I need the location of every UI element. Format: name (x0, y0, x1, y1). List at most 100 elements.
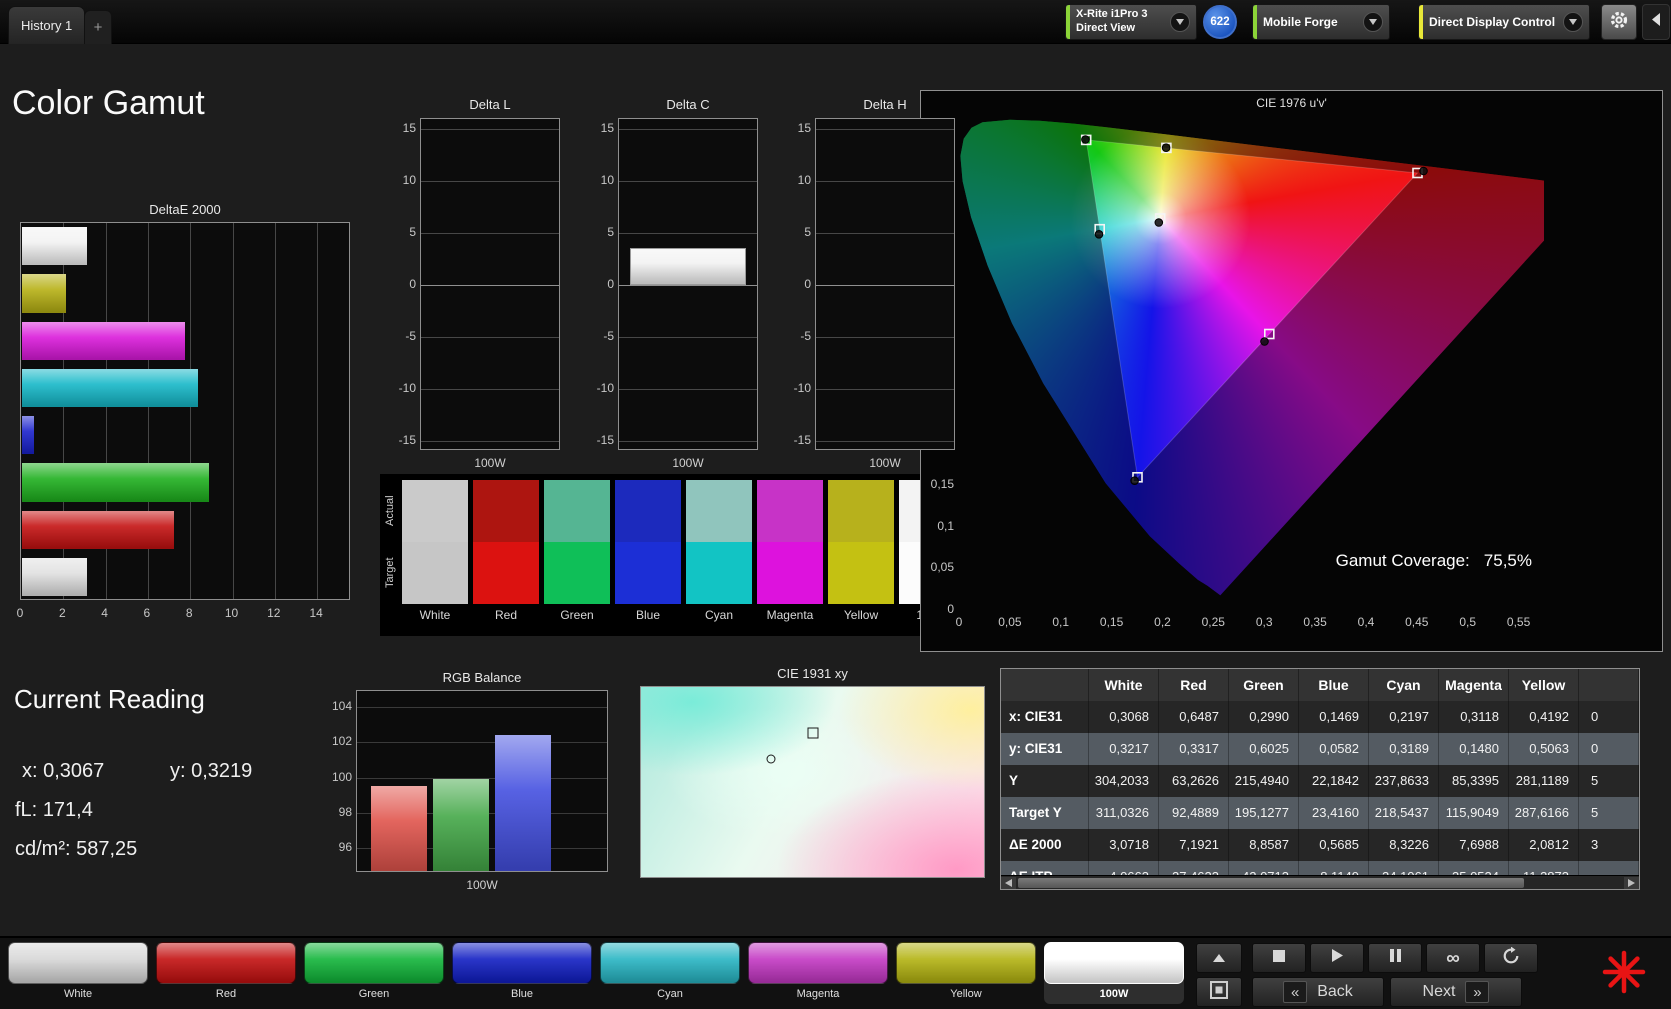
deltae-bar-white (22, 557, 87, 597)
pause-button[interactable] (1368, 943, 1422, 973)
history-tab-label: History 1 (21, 18, 73, 33)
history-tab[interactable]: History 1 (8, 6, 86, 44)
refresh-button[interactable] (1484, 943, 1538, 973)
pattern-source-label: Mobile Forge (1263, 15, 1338, 29)
pattern-button-yellow[interactable]: Yellow (896, 942, 1036, 1004)
pattern-button-red[interactable]: Red (156, 942, 296, 1004)
table-row-label: y: CIE31 (1001, 733, 1089, 765)
axis-tick-label: -15 (793, 432, 811, 447)
scroll-right-arrow-icon[interactable] (1624, 877, 1639, 889)
table-header-cell: Green (1229, 669, 1299, 701)
grid-line (619, 388, 757, 390)
pattern-button-100w[interactable]: 100W (1044, 942, 1184, 1004)
chevron-down-icon[interactable] (1563, 12, 1583, 32)
pattern-button-cyan[interactable]: Cyan (600, 942, 740, 1004)
pattern-patch-label: Cyan (657, 988, 683, 1000)
scroll-up-button[interactable] (1196, 943, 1242, 973)
collapse-panel-button[interactable] (1642, 4, 1670, 40)
display-control-accent (1419, 5, 1423, 39)
axis-tick-label: -15 (596, 432, 614, 447)
table-cell-partial: 5 (1579, 765, 1639, 797)
continuous-loop-button[interactable]: ∞ (1426, 943, 1480, 973)
grid-line (274, 223, 276, 599)
table-scrollbar[interactable] (1001, 875, 1639, 889)
meter-count-badge[interactable]: 622 (1203, 5, 1237, 39)
pattern-accent (1253, 5, 1257, 39)
table-cell: 0,3189 (1369, 733, 1439, 765)
current-reading-fl: fL: 171,4 (15, 799, 93, 821)
top-bar: History 1 + X-Rite i1Pro 3 Direct View 6… (0, 0, 1671, 44)
abort-button[interactable] (1602, 950, 1646, 999)
single-measure-button[interactable] (1196, 977, 1242, 1007)
actual-swatch (615, 480, 681, 542)
table-cell: 287,6166 (1509, 797, 1579, 829)
grid-line (816, 440, 954, 442)
table-cell: 8,1149 (1299, 861, 1369, 875)
pattern-button-blue[interactable]: Blue (452, 942, 592, 1004)
pattern-button-white[interactable]: White (8, 942, 148, 1004)
grid-line (317, 223, 319, 599)
pattern-patch-label: Magenta (796, 988, 840, 1000)
next-button[interactable]: Next » (1390, 977, 1522, 1007)
deltae-bar-green (22, 463, 210, 502)
settings-button[interactable] (1601, 4, 1637, 40)
cie1931-title: CIE 1931 xy (777, 666, 848, 681)
axis-tick-label: 0 (804, 277, 811, 291)
grid-line (619, 233, 757, 235)
table-header-cell: Magenta (1439, 669, 1509, 701)
deltae-bar-cyan (22, 368, 198, 408)
pause-icon (1389, 949, 1401, 967)
scroll-left-arrow-icon[interactable] (1001, 877, 1016, 889)
stop-button[interactable] (1252, 943, 1306, 973)
axis-tick-label: 5 (409, 225, 416, 240)
measured-marker-green (1081, 135, 1090, 144)
axis-tick-label: -10 (398, 380, 416, 395)
table-cell: 0,4192 (1509, 701, 1579, 733)
pattern-button-magenta[interactable]: Magenta (748, 942, 888, 1004)
target-swatch (615, 542, 681, 604)
play-button[interactable] (1310, 943, 1364, 973)
table-cell: 8,3226 (1369, 829, 1439, 861)
table-cell: 11,3873 (1509, 861, 1579, 875)
swatch-column-yellow (828, 480, 894, 604)
chevron-down-icon[interactable] (1363, 12, 1383, 32)
red-asterisk-icon (1602, 950, 1646, 998)
deltae-bar-blue (22, 416, 35, 455)
axis-tick-label: 98 (338, 804, 352, 819)
table-cell: 218,5437 (1369, 797, 1439, 829)
table-header-cell: Yellow (1509, 669, 1579, 701)
pattern-button-green[interactable]: Green (304, 942, 444, 1004)
grid-line (619, 181, 757, 183)
table-row-label: Target Y (1001, 797, 1089, 829)
scrollbar-thumb[interactable] (1018, 878, 1524, 888)
meter-dropdown-label: X-Rite i1Pro 3 Direct View (1066, 8, 1148, 36)
axis-tick-label: 10 (797, 173, 811, 188)
page-title: Color Gamut (12, 84, 205, 122)
pattern-patch (304, 942, 444, 984)
axis-tick-label: -10 (793, 380, 811, 395)
table-cell: 63,2626 (1159, 765, 1229, 797)
new-tab-button[interactable]: + (84, 10, 112, 44)
display-control-dropdown[interactable]: Direct Display Control (1418, 4, 1590, 40)
table-cell: 85,3395 (1439, 765, 1509, 797)
axis-tick-label: 0,55 (1506, 615, 1531, 629)
table-header-cell: Cyan (1369, 669, 1439, 701)
grid-line (816, 285, 954, 286)
axis-tick-label: 2 (58, 606, 66, 620)
pattern-patch-label: White (63, 988, 93, 1000)
double-chevron-left-icon: « (1283, 981, 1308, 1003)
target-swatch (828, 542, 894, 604)
axis-tick-label: 0,5 (1459, 615, 1477, 629)
up-arrow-icon (1213, 949, 1225, 967)
back-button[interactable]: « Back (1252, 977, 1384, 1007)
swatch-label: Magenta (766, 608, 814, 622)
pattern-source-dropdown[interactable]: Mobile Forge (1252, 4, 1390, 40)
axis-tick-label: 15 (402, 121, 416, 136)
table-cell-partial: 0 (1579, 733, 1639, 765)
pattern-patch-label: Blue (510, 988, 534, 1000)
table-cell: 23,4160 (1299, 797, 1369, 829)
table-cell: 0,5685 (1299, 829, 1369, 861)
meter-dropdown[interactable]: X-Rite i1Pro 3 Direct View (1065, 4, 1197, 40)
axis-tick-label: 0,15 (930, 476, 954, 491)
chevron-down-icon[interactable] (1170, 12, 1190, 32)
